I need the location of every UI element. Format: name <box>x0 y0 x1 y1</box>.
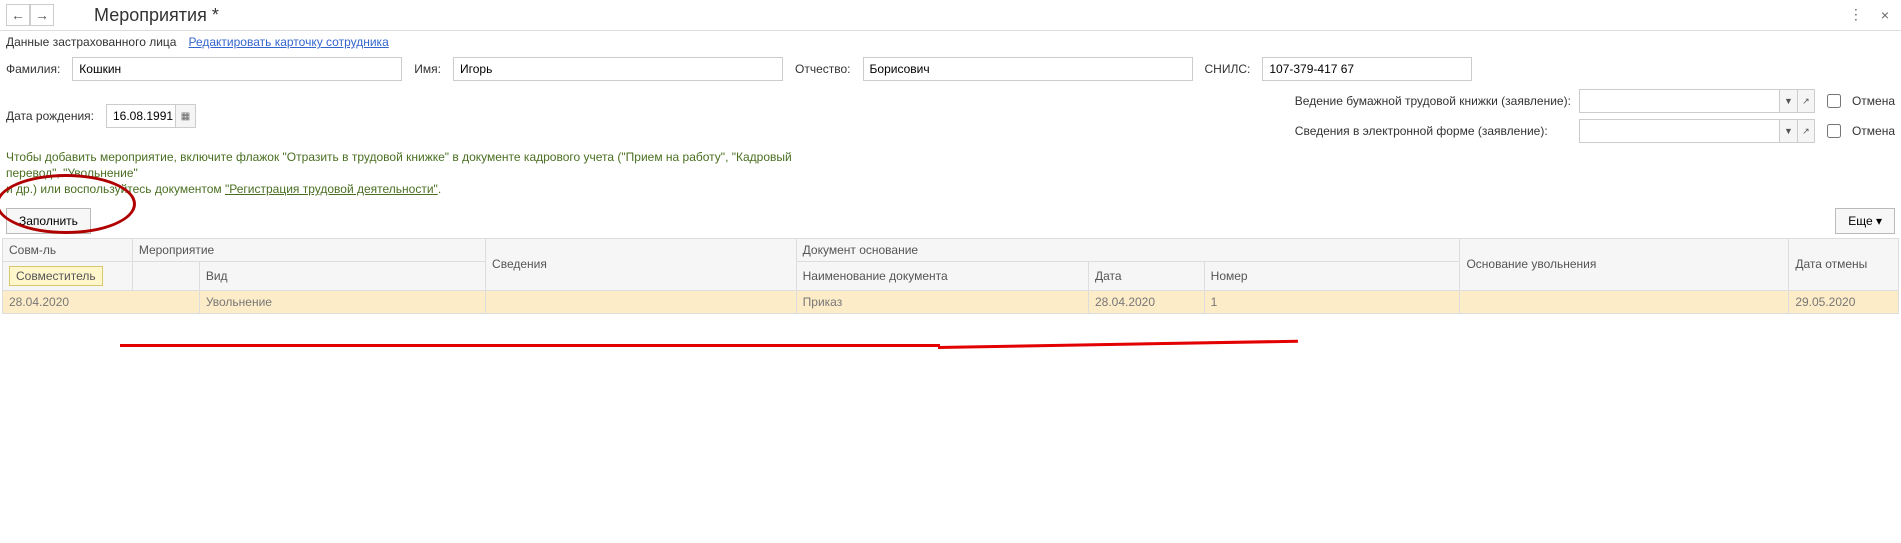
paper-book-label: Ведение бумажной трудовой книжки (заявле… <box>1295 94 1571 108</box>
patronymic-input[interactable] <box>863 57 1193 81</box>
chevron-down-icon[interactable]: ▼ <box>1779 119 1797 143</box>
events-table[interactable]: Совм-ль Мероприятие Сведения Документ ос… <box>2 238 1899 314</box>
annotation-line <box>120 344 940 347</box>
col-sovm-tag: Совместитель <box>3 261 133 290</box>
paper-book-combo[interactable] <box>1579 89 1779 113</box>
page-title: Мероприятия * <box>94 5 219 26</box>
surname-input[interactable] <box>72 57 402 81</box>
col-sovm: Совм-ль <box>3 238 133 261</box>
paper-cancel-checkbox[interactable] <box>1827 94 1841 108</box>
snils-label: СНИЛС: <box>1205 62 1251 76</box>
electronic-cancel-label: Отмена <box>1852 124 1895 138</box>
electronic-cancel-checkbox[interactable] <box>1827 124 1841 138</box>
name-input[interactable] <box>453 57 783 81</box>
col-cancel-date: Дата отмены <box>1789 238 1899 290</box>
paper-cancel-label: Отмена <box>1852 94 1895 108</box>
surname-label: Фамилия: <box>6 62 60 76</box>
kebab-menu-icon[interactable]: ⋮ <box>1845 4 1867 25</box>
col-docnum: Номер <box>1204 261 1460 290</box>
fill-button[interactable]: Заполнить <box>6 208 91 234</box>
col-details: Сведения <box>486 238 797 290</box>
edit-employee-link[interactable]: Редактировать карточку сотрудника <box>188 35 388 49</box>
col-doc: Документ основание <box>796 238 1460 261</box>
calendar-icon[interactable]: ▦ <box>175 105 195 127</box>
chevron-down-icon[interactable]: ▼ <box>1779 89 1797 113</box>
col-dismissal: Основание увольнения <box>1460 238 1789 290</box>
table-row[interactable]: 28.04.2020 Увольнение Приказ 28.04.2020 … <box>3 290 1899 313</box>
close-icon[interactable]: × <box>1877 5 1893 25</box>
name-label: Имя: <box>414 62 441 76</box>
register-activity-link[interactable]: "Регистрация трудовой деятельности" <box>225 182 438 196</box>
electronic-combo[interactable] <box>1579 119 1779 143</box>
nav-back-button[interactable]: ← <box>6 4 30 26</box>
chevron-down-icon: ▾ <box>1876 214 1882 228</box>
annotation-line <box>938 339 1298 348</box>
insured-section-label: Данные застрахованного лица <box>6 35 176 49</box>
snils-input[interactable] <box>1262 57 1472 81</box>
open-ref-icon[interactable]: ↗ <box>1797 89 1815 113</box>
birthdate-label: Дата рождения: <box>6 109 94 123</box>
open-ref-icon[interactable]: ↗ <box>1797 119 1815 143</box>
col-kind: Вид <box>199 261 485 290</box>
patronymic-label: Отчество: <box>795 62 851 76</box>
electronic-label: Сведения в электронной форме (заявление)… <box>1295 124 1571 138</box>
col-docname: Наименование документа <box>796 261 1088 290</box>
hint-text: Чтобы добавить мероприятие, включите фла… <box>0 147 830 204</box>
more-button[interactable]: Еще ▾ <box>1835 208 1895 234</box>
nav-forward-button[interactable]: → <box>30 4 54 26</box>
col-docdate: Дата <box>1088 261 1204 290</box>
col-event: Мероприятие <box>132 238 485 261</box>
